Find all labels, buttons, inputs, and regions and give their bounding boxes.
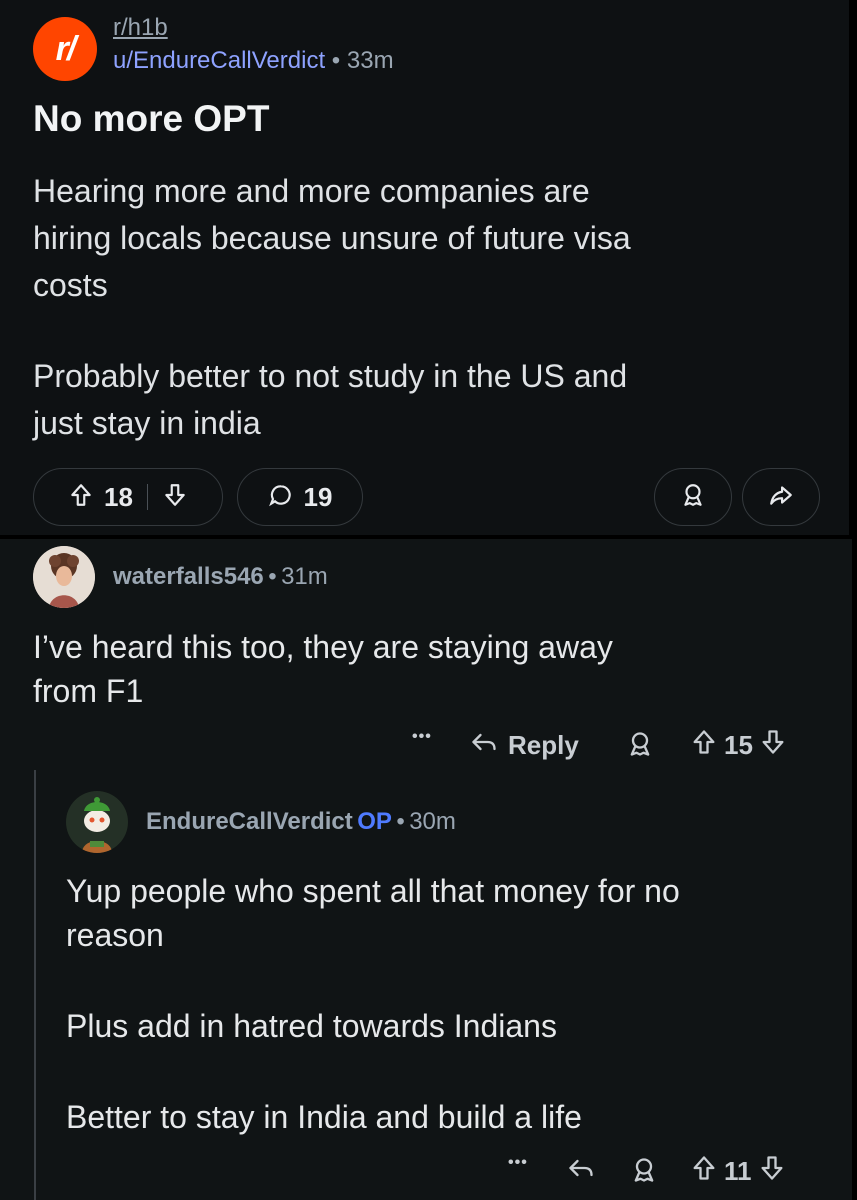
comment-icon — [268, 482, 294, 513]
vote-divider — [146, 484, 148, 510]
award-icon — [680, 482, 706, 513]
reply-button[interactable]: Reply — [470, 728, 579, 763]
post-body-line: hiring locals because unsure of future v… — [33, 220, 631, 256]
post-title: No more OPT — [33, 98, 270, 139]
thread-line[interactable] — [34, 770, 36, 1200]
post-time: 33m — [346, 47, 394, 74]
comment-text-line: from F1 — [33, 673, 144, 709]
reply-icon — [567, 1154, 595, 1189]
award-icon[interactable] — [626, 730, 654, 758]
comment-author[interactable]: waterfalls546 — [113, 563, 264, 590]
comment-text-line: reason — [66, 917, 164, 953]
subreddit-link[interactable]: r/h1b — [113, 14, 168, 42]
comment-count: 19 — [303, 481, 333, 512]
comment-author[interactable]: EndureCallVerdict — [146, 808, 353, 835]
subreddit-logo-text: r/ — [55, 29, 77, 68]
comment-time: 31m — [281, 563, 328, 590]
reply-label: Reply — [508, 730, 579, 760]
avatar-illustration — [33, 546, 95, 608]
avatar[interactable] — [33, 546, 95, 608]
upvote-icon[interactable] — [68, 482, 94, 513]
comments-button[interactable]: 19 — [237, 468, 363, 526]
reply-button[interactable] — [567, 1154, 595, 1189]
award-button[interactable] — [654, 468, 732, 526]
comment-score: 11 — [724, 1156, 752, 1186]
post-body-line: Probably better to not study in the US a… — [33, 358, 628, 394]
post-meta: u/EndureCallVerdict • 33m — [113, 47, 394, 75]
vote-pill: 18 — [33, 468, 223, 526]
comment-time: 30m — [409, 808, 456, 835]
comment-header: waterfalls546 • 31m — [113, 563, 328, 591]
comment-vote: 11 — [690, 1154, 786, 1189]
comment-score: 15 — [724, 730, 753, 760]
op-badge: OP — [357, 808, 392, 835]
comment-text-line: Better to stay in India and build a life — [66, 1099, 582, 1135]
snoo-avatar-illustration — [66, 791, 128, 853]
comment-header: EndureCallVerdict OP • 30m — [146, 808, 456, 836]
upvote-icon[interactable] — [690, 728, 718, 763]
comment-vote: 15 — [690, 728, 787, 763]
reply-icon — [470, 728, 498, 763]
downvote-icon[interactable] — [759, 728, 787, 763]
more-options-button[interactable]: ••• — [508, 1154, 528, 1172]
post-body-line: Hearing more and more companies are — [33, 173, 590, 209]
author-link[interactable]: u/EndureCallVerdict — [113, 47, 325, 74]
share-button[interactable] — [742, 468, 820, 526]
post-body-line: costs — [33, 267, 108, 303]
share-icon — [768, 482, 794, 513]
post-card: r/ r/h1b u/EndureCallVerdict • 33m No mo… — [0, 0, 852, 535]
meta-separator: • — [331, 47, 341, 74]
comment-separator: • — [396, 808, 405, 835]
downvote-icon[interactable] — [758, 1154, 786, 1189]
award-icon[interactable] — [630, 1156, 658, 1184]
comment-text-line: Yup people who spent all that money for … — [66, 873, 680, 909]
post-body-line: just stay in india — [33, 405, 261, 441]
downvote-icon[interactable] — [162, 482, 188, 513]
upvote-icon[interactable] — [690, 1154, 718, 1189]
more-options-button[interactable]: ••• — [412, 728, 432, 746]
upvote-count: 18 — [104, 481, 133, 512]
comment-text-line: I’ve heard this too, they are staying aw… — [33, 629, 613, 665]
avatar[interactable] — [66, 791, 128, 853]
subreddit-avatar[interactable]: r/ — [33, 17, 97, 81]
comment-text-line: Plus add in hatred towards Indians — [66, 1008, 557, 1044]
comment-separator: • — [268, 563, 277, 590]
